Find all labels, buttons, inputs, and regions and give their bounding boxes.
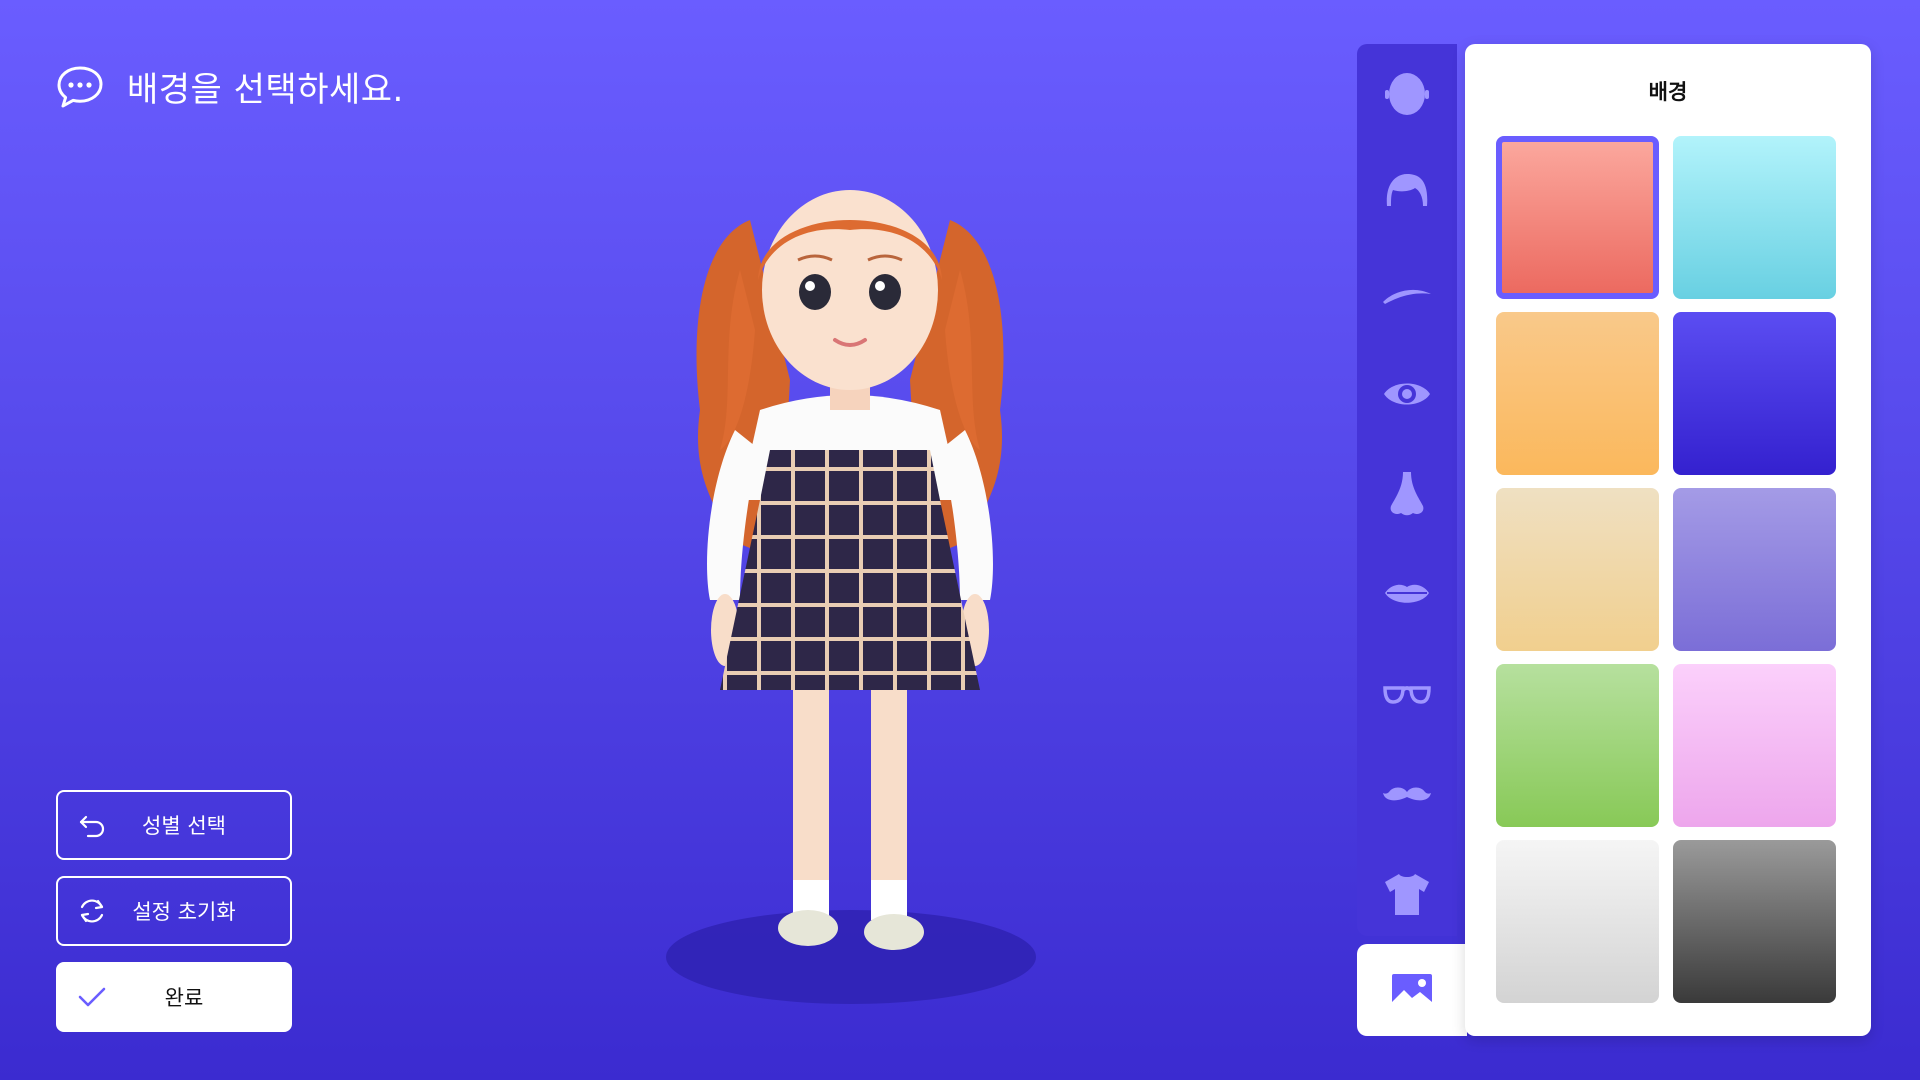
category-face-shape[interactable] <box>1357 44 1457 144</box>
category-nose[interactable] <box>1357 444 1457 544</box>
eyebrow-icon <box>1383 289 1431 304</box>
glasses-icon <box>1383 686 1431 704</box>
avatar-figure <box>696 190 1004 950</box>
background-swatch[interactable] <box>1673 488 1836 651</box>
eye-icon <box>1384 383 1430 405</box>
mustache-icon <box>1383 787 1431 801</box>
category-hair[interactable] <box>1357 144 1457 244</box>
hair-icon <box>1386 174 1428 206</box>
background-swatch[interactable] <box>1673 664 1836 827</box>
check-icon <box>78 987 106 1007</box>
background-swatch[interactable] <box>1496 840 1659 1003</box>
lips-icon <box>1385 584 1429 603</box>
image-icon <box>1392 974 1432 1006</box>
category-eyebrows[interactable] <box>1357 244 1457 344</box>
reset-settings-button[interactable]: 설정 초기화 <box>56 876 292 946</box>
tshirt-icon <box>1385 874 1429 915</box>
instruction-text: 배경을 선택하세요. <box>127 70 404 110</box>
action-buttons: 성별 선택 설정 초기화 완료 <box>56 790 292 1032</box>
category-clothing[interactable] <box>1357 844 1457 944</box>
chat-bubble-icon <box>55 64 105 110</box>
background-swatch[interactable] <box>1496 488 1659 651</box>
select-gender-button[interactable]: 성별 선택 <box>56 790 292 860</box>
instruction-header: 배경을 선택하세요. <box>55 62 404 111</box>
background-panel: 배경 <box>1465 44 1871 1036</box>
avatar-preview <box>640 180 1060 1020</box>
background-swatch[interactable] <box>1673 840 1836 1003</box>
background-swatch[interactable] <box>1496 136 1659 299</box>
category-lips[interactable] <box>1357 544 1457 644</box>
category-rail <box>1357 44 1457 936</box>
category-background[interactable] <box>1357 944 1467 1036</box>
background-swatch[interactable] <box>1673 312 1836 475</box>
face-icon <box>1385 73 1429 115</box>
done-button[interactable]: 완료 <box>56 962 292 1032</box>
category-eyes[interactable] <box>1357 344 1457 444</box>
refresh-icon <box>80 899 104 923</box>
background-swatch[interactable] <box>1673 136 1836 299</box>
panel-title: 배경 <box>1648 80 1688 104</box>
background-swatch[interactable] <box>1496 312 1659 475</box>
swatch-grid <box>1496 136 1840 1003</box>
background-swatch[interactable] <box>1496 664 1659 827</box>
category-mustache[interactable] <box>1357 744 1457 844</box>
category-glasses[interactable] <box>1357 644 1457 744</box>
undo-arrow-icon <box>79 815 105 838</box>
nose-icon <box>1390 472 1424 516</box>
